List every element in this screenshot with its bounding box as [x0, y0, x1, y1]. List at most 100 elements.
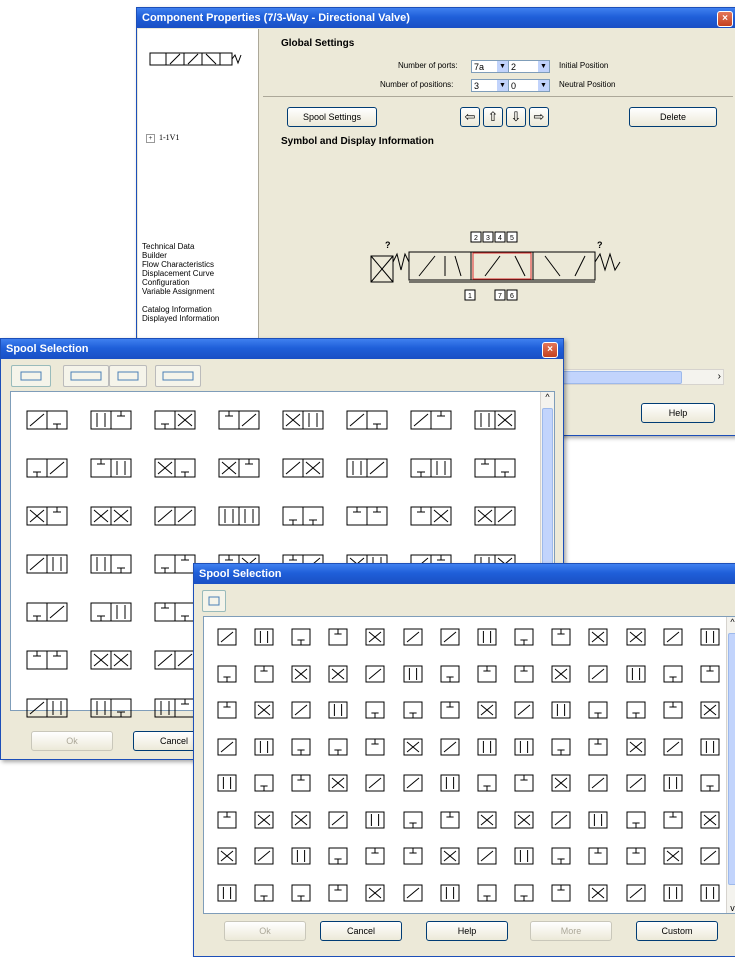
spool-option[interactable] [282, 838, 319, 875]
spool-option[interactable] [506, 729, 543, 766]
spool-option[interactable] [282, 619, 319, 656]
spool-option[interactable] [580, 838, 617, 875]
spool-option[interactable] [654, 692, 691, 729]
spool-option[interactable] [394, 838, 431, 875]
spool-option[interactable] [357, 765, 394, 802]
spool-option[interactable] [543, 729, 580, 766]
spool-option[interactable] [468, 802, 505, 839]
spool-option[interactable] [654, 619, 691, 656]
spool-option[interactable] [320, 729, 357, 766]
spool-option[interactable] [468, 692, 505, 729]
sidebar-item-configuration[interactable]: Configuration [142, 278, 219, 287]
spool-option[interactable] [357, 802, 394, 839]
spool-option[interactable] [282, 656, 319, 693]
spool-option[interactable] [463, 396, 527, 444]
spool-option[interactable] [394, 656, 431, 693]
spool-option[interactable] [654, 729, 691, 766]
spool-option[interactable] [399, 396, 463, 444]
spool-option[interactable] [468, 729, 505, 766]
spool-option[interactable] [271, 396, 335, 444]
spool-option[interactable] [543, 619, 580, 656]
spool-option[interactable] [245, 729, 282, 766]
spool-option[interactable] [282, 692, 319, 729]
spool-option[interactable] [79, 588, 143, 636]
sidebar-item-variable-assignment[interactable]: Variable Assignment [142, 287, 219, 296]
spool-option[interactable] [617, 838, 654, 875]
spool-option[interactable] [468, 619, 505, 656]
spool-option[interactable] [431, 656, 468, 693]
move-left-button[interactable]: ⇦ [460, 107, 480, 127]
spool-option[interactable] [282, 875, 319, 912]
spool-option[interactable] [654, 838, 691, 875]
spool-option[interactable] [543, 692, 580, 729]
spool-option[interactable] [506, 875, 543, 912]
spool-option[interactable] [691, 838, 728, 875]
spool-option[interactable] [580, 656, 617, 693]
spool-option[interactable] [335, 492, 399, 540]
cancel-button-2[interactable]: Cancel [320, 921, 402, 941]
neutral-position-select[interactable]: 0 ▼ [508, 79, 550, 92]
sidebar-item-builder[interactable]: Builder [142, 251, 219, 260]
spool-option[interactable] [394, 765, 431, 802]
spool-option[interactable] [245, 765, 282, 802]
spool-settings-button[interactable]: Spool Settings [287, 107, 377, 127]
spool-option[interactable] [580, 619, 617, 656]
custom-button[interactable]: Custom [636, 921, 718, 941]
spool-option[interactable] [207, 444, 271, 492]
spool-option[interactable] [15, 588, 79, 636]
ports-select[interactable]: 7a ▼ [471, 60, 509, 73]
spool-option[interactable] [245, 619, 282, 656]
scroll-up-icon[interactable]: ^ [727, 617, 735, 627]
initial-position-select[interactable]: 2 ▼ [508, 60, 550, 73]
sidebar-item-displayed-information[interactable]: Displayed Information [142, 314, 219, 323]
spool-option[interactable] [468, 838, 505, 875]
positions-select[interactable]: 3 ▼ [471, 79, 509, 92]
spool-option[interactable] [580, 729, 617, 766]
close-icon[interactable]: × [717, 11, 733, 27]
spool-option[interactable] [320, 838, 357, 875]
spool-option[interactable] [580, 802, 617, 839]
spool-option[interactable] [208, 656, 245, 693]
spool-option[interactable] [463, 444, 527, 492]
spool-option[interactable] [580, 875, 617, 912]
sidebar-item-technical-data[interactable]: Technical Data [142, 242, 219, 251]
spool-option[interactable] [463, 492, 527, 540]
spool-option[interactable] [431, 729, 468, 766]
spool-option[interactable] [143, 444, 207, 492]
spool-option[interactable] [15, 444, 79, 492]
scroll-right-icon[interactable]: › [718, 370, 721, 383]
spool-option[interactable] [506, 802, 543, 839]
spool-option[interactable] [208, 765, 245, 802]
spool-option[interactable] [543, 656, 580, 693]
spool-option[interactable] [543, 802, 580, 839]
spool-option[interactable] [15, 636, 79, 684]
spool-option[interactable] [245, 802, 282, 839]
expand-icon[interactable]: + [146, 134, 155, 143]
spool-option[interactable] [617, 875, 654, 912]
spool-option[interactable] [79, 444, 143, 492]
spool-option[interactable] [617, 656, 654, 693]
tab-spool-type-1[interactable] [11, 365, 51, 387]
spool-option[interactable] [207, 492, 271, 540]
spool-option[interactable] [506, 619, 543, 656]
spool-option[interactable] [399, 492, 463, 540]
spool-option[interactable] [208, 729, 245, 766]
spool-option[interactable] [320, 692, 357, 729]
spool-option[interactable] [506, 765, 543, 802]
spool-option[interactable] [543, 875, 580, 912]
spool-option[interactable] [208, 802, 245, 839]
scroll-up-icon[interactable]: ^ [541, 392, 554, 402]
spool-option[interactable] [394, 692, 431, 729]
horizontal-scrollbar[interactable]: › [559, 369, 724, 385]
sidebar-item-catalog-information[interactable]: Catalog Information [142, 305, 219, 314]
spool-option[interactable] [691, 765, 728, 802]
spool-option[interactable] [691, 875, 728, 912]
spool-option[interactable] [357, 692, 394, 729]
spool-option[interactable] [245, 692, 282, 729]
spool-option[interactable] [15, 684, 79, 732]
spool-option[interactable] [506, 838, 543, 875]
spool-option[interactable] [15, 540, 79, 588]
spool-option[interactable] [245, 875, 282, 912]
spool-option[interactable] [691, 729, 728, 766]
spool-option[interactable] [79, 492, 143, 540]
